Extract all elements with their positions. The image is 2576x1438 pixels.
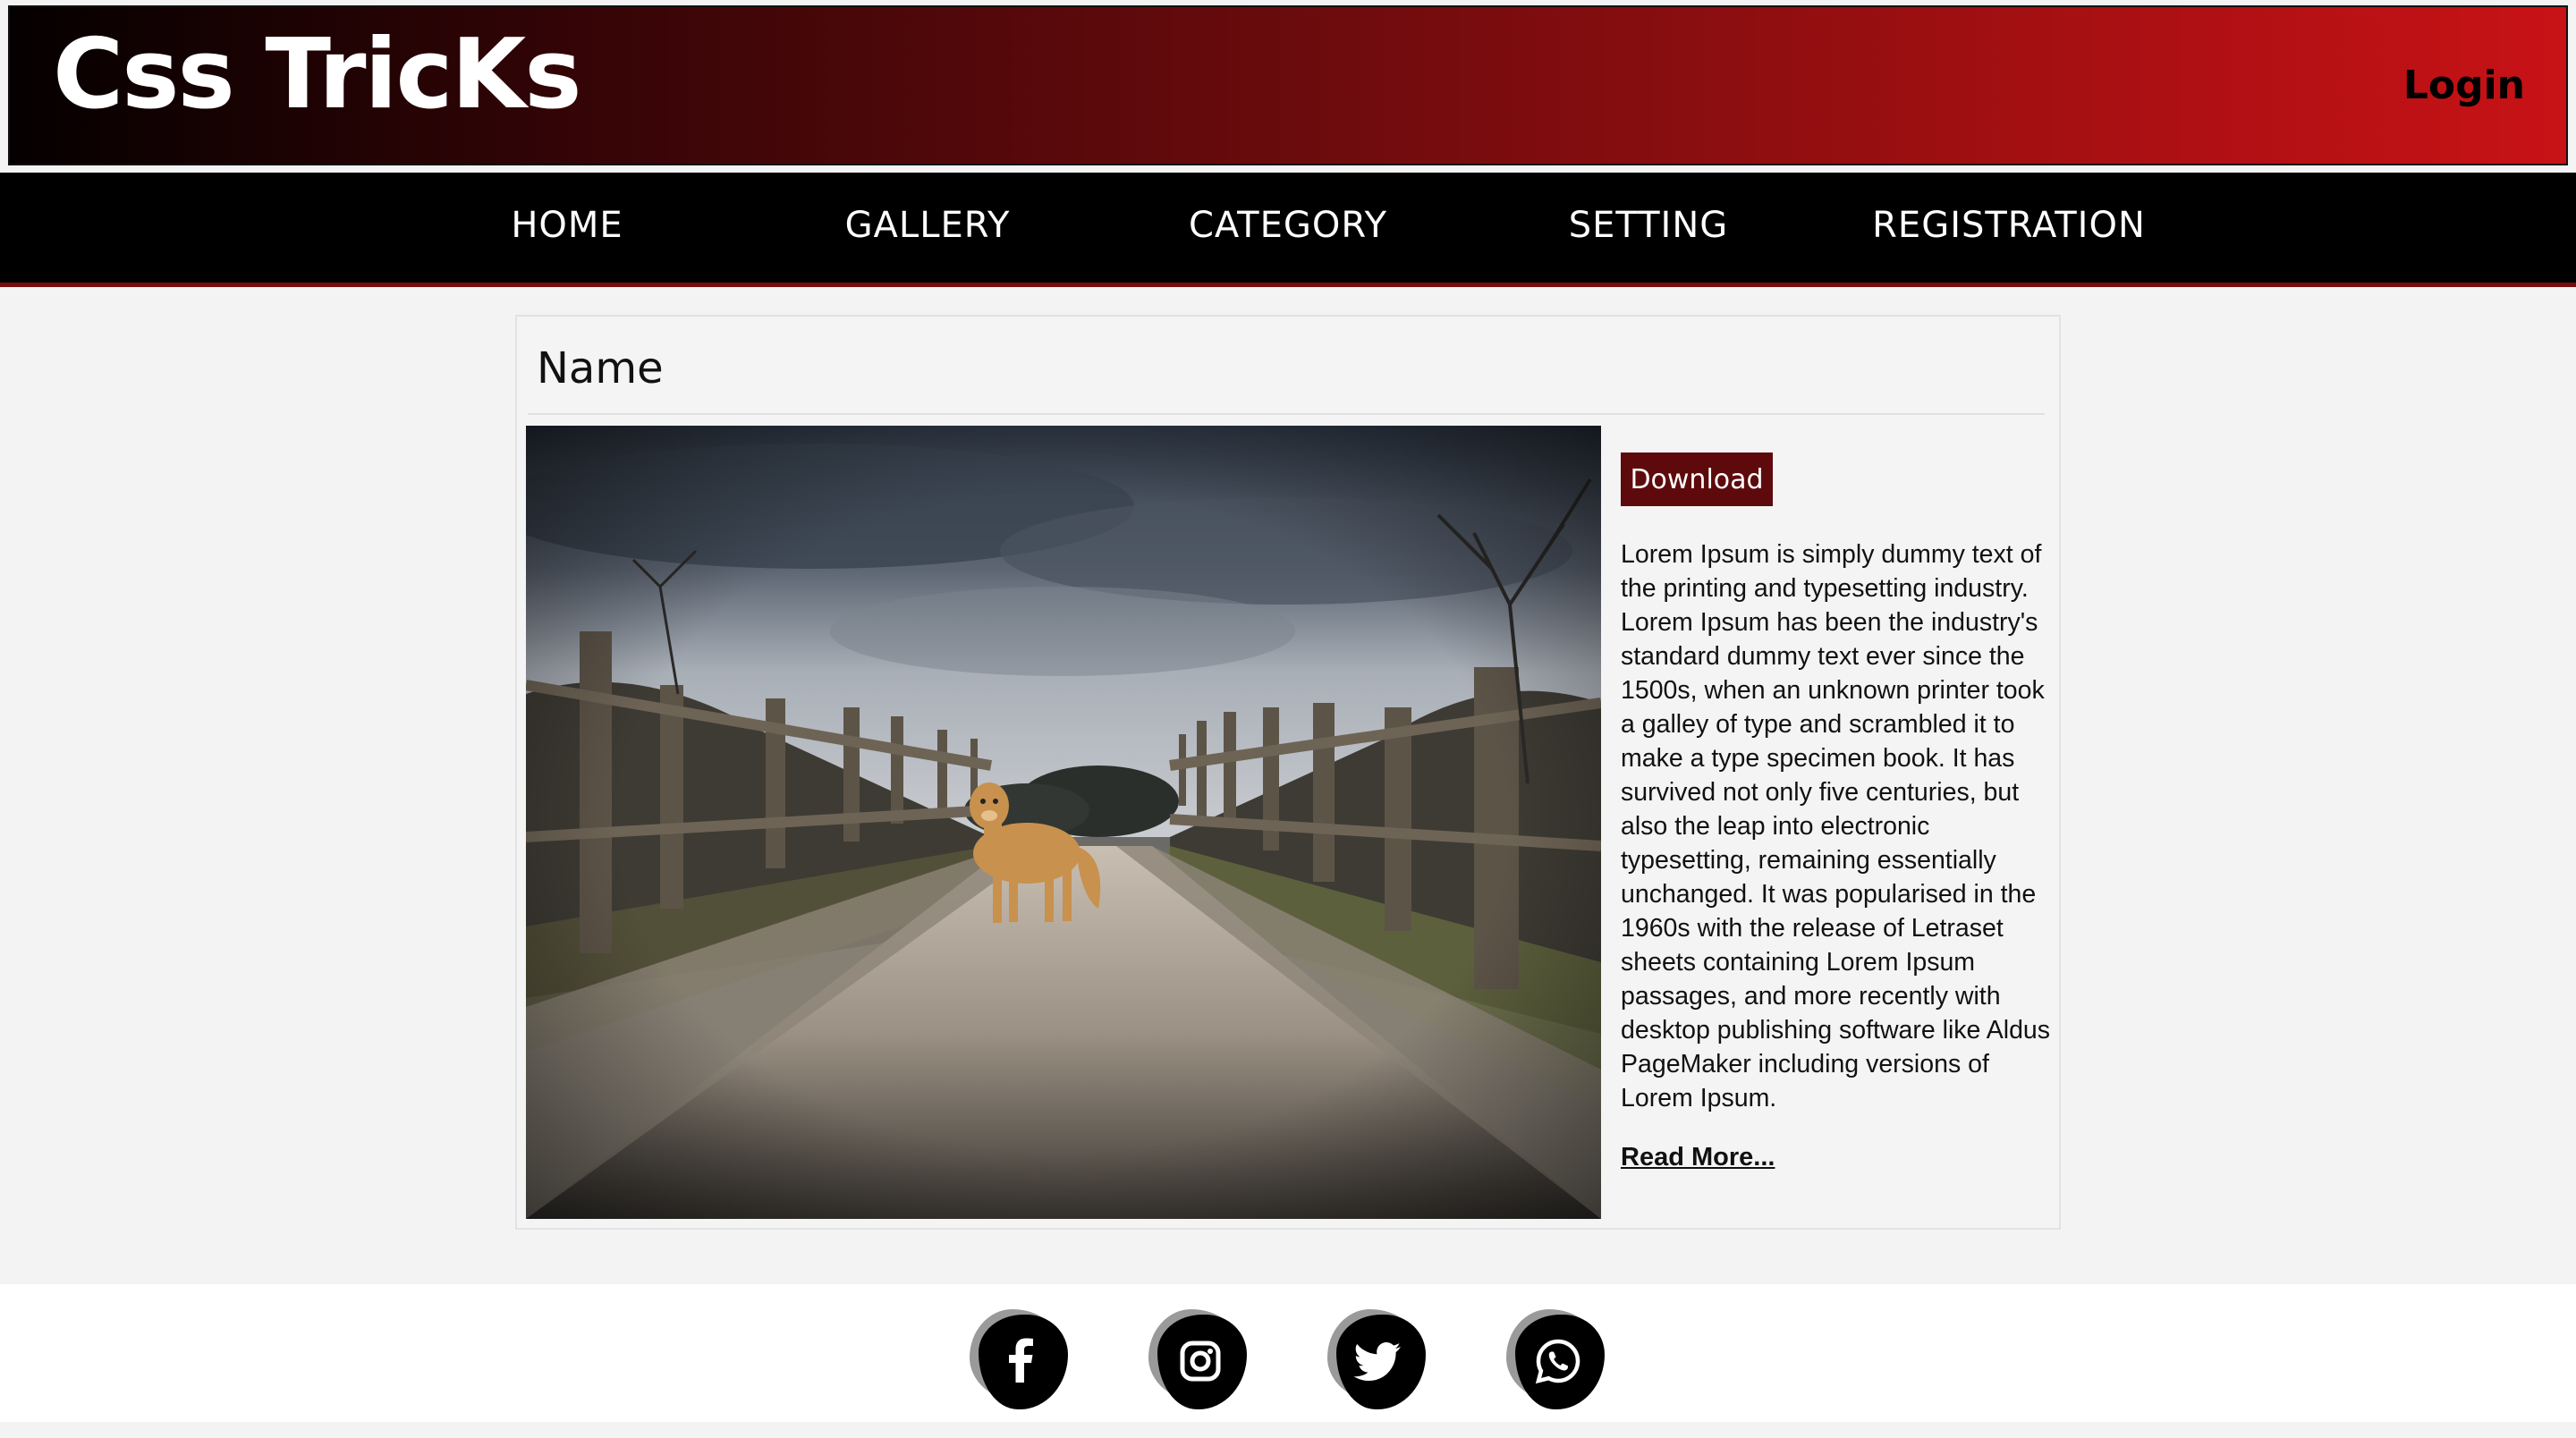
read-more-link[interactable]: Read More... (1621, 1143, 1775, 1172)
download-button[interactable]: Download (1621, 453, 1773, 506)
nav-item-gallery[interactable]: GALLERY (845, 205, 1011, 246)
nav-item-registration[interactable]: REGISTRATION (1872, 205, 2146, 246)
content-card: Name Download Lorem Ipsum is simply dumm… (515, 315, 2061, 1230)
twitter-icon[interactable] (1327, 1309, 1428, 1409)
site-logo[interactable]: Css TricKs (53, 27, 582, 123)
nav-item-home[interactable]: HOME (511, 205, 623, 246)
dog-photo[interactable] (526, 426, 1601, 1219)
facebook-icon[interactable] (970, 1309, 1070, 1409)
card-title: Name (537, 343, 664, 393)
site-footer (0, 1284, 2576, 1422)
card-description: Lorem Ipsum is simply dummy text of the … (1621, 540, 2051, 1112)
instagram-icon[interactable] (1148, 1309, 1249, 1409)
login-link[interactable]: Login (2403, 63, 2525, 108)
main-nav: HOME GALLERY CATEGORY SETTING REGISTRATI… (0, 173, 2576, 287)
site-header: Css TricKs Login (8, 5, 2568, 165)
card-divider (528, 413, 2045, 415)
nav-item-setting[interactable]: SETTING (1569, 205, 1729, 246)
nav-item-category[interactable]: CATEGORY (1189, 205, 1387, 246)
whatsapp-icon[interactable] (1506, 1309, 1606, 1409)
